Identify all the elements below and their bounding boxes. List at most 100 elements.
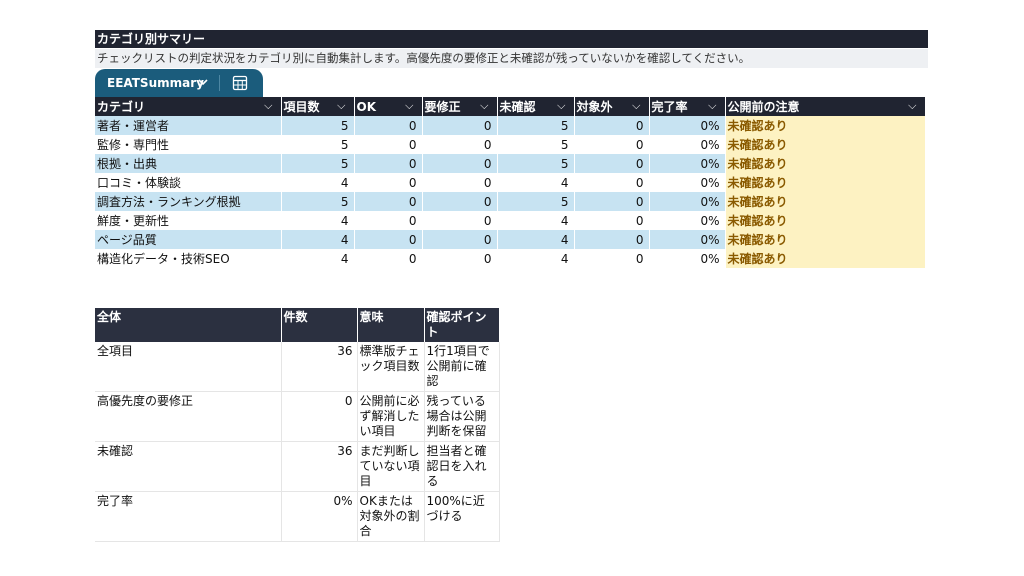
col-header-needs-fix[interactable]: 要修正 ⌵ (422, 97, 498, 116)
cell-excluded[interactable]: 0 (574, 173, 650, 192)
cell-needs-fix[interactable]: 0 (422, 230, 498, 249)
cell-category[interactable]: 調査方法・ランキング根拠 (95, 192, 282, 211)
cell-ok[interactable]: 0 (354, 154, 423, 173)
cell-excluded[interactable]: 0 (574, 211, 650, 230)
sheet-subtitle: チェックリストの判定状況をカテゴリ別に自動集計します。高優先度の要修正と未確認が… (95, 49, 928, 68)
col-header-items[interactable]: 項目数 ⌵ (281, 97, 355, 116)
cell-check-point[interactable]: 残っている場合は公開判断を保留 (424, 391, 500, 442)
cell-count[interactable]: 0% (281, 491, 358, 542)
cell-items[interactable]: 5 (281, 116, 355, 135)
cell-prepublish-note[interactable]: 未確認あり (725, 116, 926, 135)
col-header-prepublish-note[interactable]: 公開前の注意 ⌵ (725, 97, 926, 116)
cell-completion[interactable]: 0% (649, 192, 726, 211)
cell-unconfirmed[interactable]: 4 (497, 173, 575, 192)
cell-needs-fix[interactable]: 0 (422, 249, 498, 268)
cell-completion[interactable]: 0% (649, 173, 726, 192)
cell-prepublish-note[interactable]: 未確認あり (725, 249, 926, 268)
cell-prepublish-note[interactable]: 未確認あり (725, 192, 926, 211)
cell-prepublish-note[interactable]: 未確認あり (725, 135, 926, 154)
cell-excluded[interactable]: 0 (574, 116, 650, 135)
cell-excluded[interactable]: 0 (574, 135, 650, 154)
cell-check-point[interactable]: 100%に近づける (424, 491, 500, 542)
cell-items[interactable]: 5 (281, 135, 355, 154)
cell-count[interactable]: 0 (281, 391, 358, 442)
cell-prepublish-note[interactable]: 未確認あり (725, 230, 926, 249)
col-header-overall[interactable]: 全体 (95, 308, 282, 342)
cell-excluded[interactable]: 0 (574, 230, 650, 249)
cell-unconfirmed[interactable]: 4 (497, 230, 575, 249)
cell-items[interactable]: 5 (281, 192, 355, 211)
cell-category[interactable]: 鮮度・更新性 (95, 211, 282, 230)
cell-overall[interactable]: 未確認 (95, 441, 282, 492)
cell-ok[interactable]: 0 (354, 249, 423, 268)
col-header-ok[interactable]: OK ⌵ (354, 97, 423, 116)
col-header-completion[interactable]: 完了率 ⌵ (649, 97, 726, 116)
table-row: 著者・運営者 5 0 0 5 0 0% 未確認あり (95, 116, 926, 135)
cell-category[interactable]: 口コミ・体験談 (95, 173, 282, 192)
cell-overall[interactable]: 高優先度の要修正 (95, 391, 282, 442)
cell-needs-fix[interactable]: 0 (422, 154, 498, 173)
cell-count[interactable]: 36 (281, 441, 358, 492)
cell-items[interactable]: 4 (281, 173, 355, 192)
col-header-unconfirmed[interactable]: 未確認 ⌵ (497, 97, 575, 116)
cell-meaning[interactable]: 公開前に必ず解消したい項目 (357, 391, 425, 442)
cell-unconfirmed[interactable]: 5 (497, 154, 575, 173)
cell-category[interactable]: 監修・専門性 (95, 135, 282, 154)
cell-ok[interactable]: 0 (354, 135, 423, 154)
cell-completion[interactable]: 0% (649, 211, 726, 230)
cell-excluded[interactable]: 0 (574, 249, 650, 268)
tab-eeatsummary[interactable]: EEATSummary (95, 69, 263, 97)
cell-ok[interactable]: 0 (354, 173, 423, 192)
cell-needs-fix[interactable]: 0 (422, 116, 498, 135)
table-grid-icon[interactable] (232, 75, 248, 94)
col-header-category[interactable]: カテゴリ ⌵ (95, 97, 282, 116)
table-row: 未確認 36 まだ判断していない項目 担当者と確認日を入れる (95, 441, 500, 492)
cell-needs-fix[interactable]: 0 (422, 135, 498, 154)
cell-unconfirmed[interactable]: 5 (497, 135, 575, 154)
tab-label: EEATSummary (107, 76, 204, 90)
cell-category[interactable]: 構造化データ・技術SEO (95, 249, 282, 268)
cell-ok[interactable]: 0 (354, 211, 423, 230)
cell-unconfirmed[interactable]: 4 (497, 249, 575, 268)
cell-prepublish-note[interactable]: 未確認あり (725, 154, 926, 173)
cell-items[interactable]: 5 (281, 154, 355, 173)
cell-completion[interactable]: 0% (649, 116, 726, 135)
cell-needs-fix[interactable]: 0 (422, 173, 498, 192)
col-header-excluded[interactable]: 対象外 ⌵ (574, 97, 650, 116)
cell-completion[interactable]: 0% (649, 135, 726, 154)
table-row: 根拠・出典 5 0 0 5 0 0% 未確認あり (95, 154, 926, 173)
cell-excluded[interactable]: 0 (574, 192, 650, 211)
cell-completion[interactable]: 0% (649, 154, 726, 173)
cell-excluded[interactable]: 0 (574, 154, 650, 173)
cell-items[interactable]: 4 (281, 211, 355, 230)
cell-needs-fix[interactable]: 0 (422, 192, 498, 211)
cell-check-point[interactable]: 1行1項目で公開前に確認 (424, 342, 500, 392)
cell-check-point[interactable]: 担当者と確認日を入れる (424, 441, 500, 492)
cell-meaning[interactable]: OKまたは対象外の割合 (357, 491, 425, 542)
cell-category[interactable]: 根拠・出典 (95, 154, 282, 173)
cell-completion[interactable]: 0% (649, 249, 726, 268)
col-header-count[interactable]: 件数 (281, 308, 358, 342)
cell-unconfirmed[interactable]: 5 (497, 116, 575, 135)
cell-items[interactable]: 4 (281, 230, 355, 249)
cell-completion[interactable]: 0% (649, 230, 726, 249)
cell-count[interactable]: 36 (281, 342, 358, 392)
cell-category[interactable]: ページ品質 (95, 230, 282, 249)
cell-needs-fix[interactable]: 0 (422, 211, 498, 230)
cell-category[interactable]: 著者・運営者 (95, 116, 282, 135)
cell-overall[interactable]: 完了率 (95, 491, 282, 542)
cell-ok[interactable]: 0 (354, 192, 423, 211)
chevron-down-icon[interactable] (197, 76, 209, 91)
cell-ok[interactable]: 0 (354, 116, 423, 135)
cell-items[interactable]: 4 (281, 249, 355, 268)
col-header-check-point[interactable]: 確認ポイント (424, 308, 500, 342)
cell-meaning[interactable]: 標準版チェック項目数 (357, 342, 425, 392)
col-header-meaning[interactable]: 意味 (357, 308, 425, 342)
cell-ok[interactable]: 0 (354, 230, 423, 249)
cell-prepublish-note[interactable]: 未確認あり (725, 173, 926, 192)
cell-prepublish-note[interactable]: 未確認あり (725, 211, 926, 230)
cell-unconfirmed[interactable]: 5 (497, 192, 575, 211)
cell-overall[interactable]: 全項目 (95, 342, 282, 392)
cell-meaning[interactable]: まだ判断していない項目 (357, 441, 425, 492)
cell-unconfirmed[interactable]: 4 (497, 211, 575, 230)
